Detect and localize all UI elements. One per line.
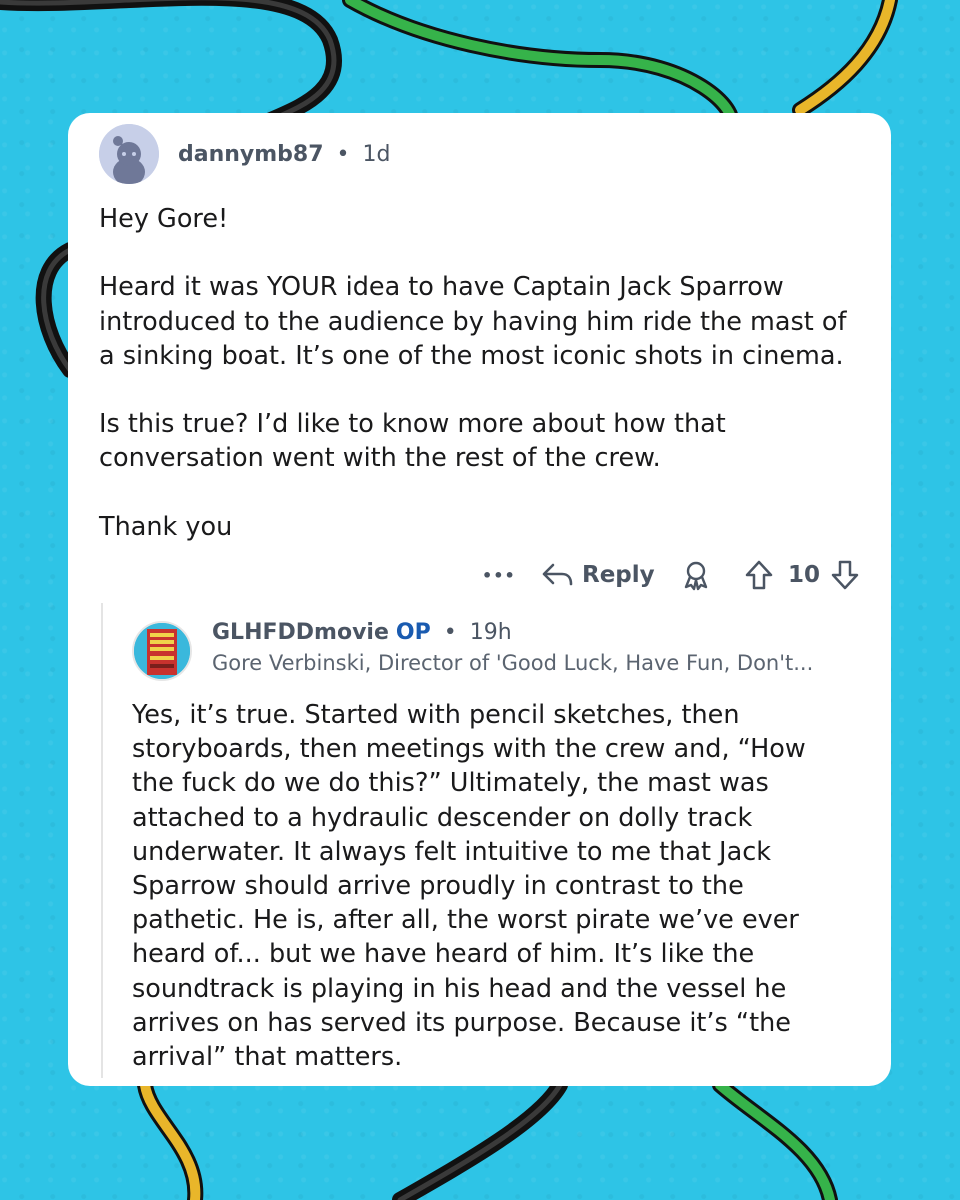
reply-age[interactable]: 19h: [470, 620, 512, 645]
vote-score: 10: [788, 562, 821, 588]
reply-meta: GLHFDDmovie OP • 19h: [212, 620, 512, 645]
downvote-button[interactable]: [830, 557, 860, 593]
comment-action-bar: ••• Reply 10: [68, 557, 891, 593]
meta-separator: •: [443, 620, 457, 645]
more-options-button[interactable]: •••: [482, 557, 516, 593]
award-icon: [684, 561, 708, 591]
reply-arrow-icon: [542, 563, 573, 586]
reply-body: Yes, it’s true. Started with pencil sket…: [132, 700, 806, 1073]
meta-separator: •: [336, 142, 350, 167]
award-button[interactable]: [680, 557, 712, 593]
comment-username[interactable]: dannymb87: [178, 142, 324, 167]
comment-age[interactable]: 1d: [363, 142, 391, 167]
upvote-button[interactable]: [744, 557, 774, 593]
reply-button[interactable]: Reply: [540, 557, 655, 593]
comment-body: Hey Gore! Heard it was YOUR idea to have…: [99, 204, 847, 542]
reply-label: Reply: [582, 562, 655, 588]
downvote-icon: [831, 560, 859, 590]
movie-poster-avatar-icon: [134, 623, 190, 679]
reply-username[interactable]: GLHFDDmovie: [212, 620, 389, 645]
op-avatar[interactable]: [132, 621, 192, 681]
op-badge: OP: [395, 620, 431, 645]
user-avatar[interactable]: [99, 124, 159, 184]
comment-card: dannymb87 • 1d Hey Gore! Heard it was YO…: [68, 113, 891, 1086]
thread-line[interactable]: [101, 603, 103, 1078]
comment-meta: dannymb87 • 1d: [178, 142, 391, 167]
user-flair: Gore Verbinski, Director of 'Good Luck, …: [212, 651, 814, 675]
snoo-avatar-icon: [99, 124, 159, 184]
upvote-icon: [745, 560, 773, 590]
